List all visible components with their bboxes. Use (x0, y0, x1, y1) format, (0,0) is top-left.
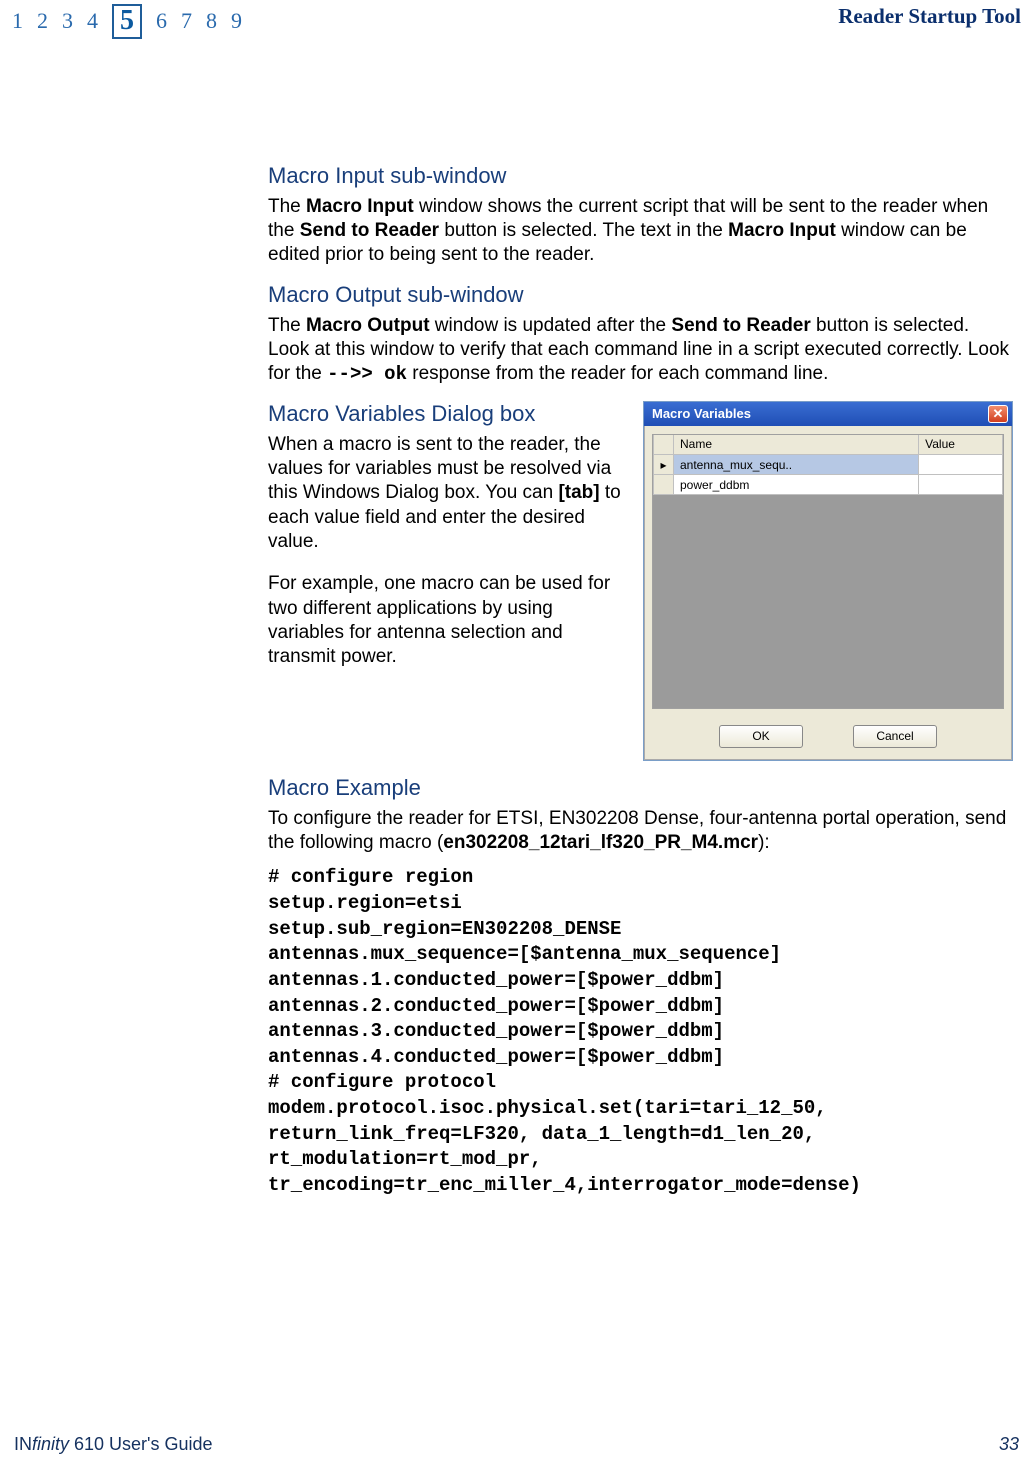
chapter-link-2[interactable]: 2 (37, 8, 48, 34)
para-macro-input: The Macro Input window shows the current… (268, 195, 1013, 268)
text: window is updated after the (430, 315, 672, 336)
heading-macro-variables: Macro Variables Dialog box (268, 401, 629, 427)
col-rowheader (654, 435, 674, 455)
close-icon: ✕ (993, 406, 1004, 422)
chapter-link-7[interactable]: 7 (181, 8, 192, 34)
para-macro-variables-2: For example, one macro can be used for t… (268, 572, 629, 669)
chapter-link-1[interactable]: 1 (12, 8, 23, 34)
page-number: 33 (999, 1434, 1019, 1455)
term-send-to-reader: Send to Reader (300, 220, 439, 241)
key-tab: [tab] (558, 482, 599, 503)
term-macro-input-2: Macro Input (728, 220, 836, 241)
table-row[interactable]: ▸antenna_mux_sequ.. (654, 455, 1003, 475)
col-name[interactable]: Name (674, 435, 919, 455)
term-macro-input: Macro Input (306, 196, 414, 217)
term-send-to-reader-2: Send to Reader (671, 315, 810, 336)
table-row[interactable]: power_ddbm (654, 475, 1003, 495)
response-ok: -->> ok (327, 363, 407, 385)
page-footer: INfinity 610 User's Guide 33 (0, 1434, 1033, 1455)
heading-macro-input: Macro Input sub-window (268, 163, 1013, 189)
col-value[interactable]: Value (919, 435, 1003, 455)
row-marker (654, 475, 674, 495)
text: The (268, 315, 306, 336)
cell-name[interactable]: antenna_mux_sequ.. (674, 455, 919, 475)
section-title: Reader Startup Tool (838, 4, 1021, 29)
chapter-link-4[interactable]: 4 (87, 8, 98, 34)
cell-value[interactable] (919, 455, 1003, 475)
chapter-link-9[interactable]: 9 (231, 8, 242, 34)
text: response from the reader for each comman… (407, 363, 828, 384)
text: The (268, 196, 306, 217)
dialog-macro-variables: Macro Variables ✕ Name Value ▸antenna_mu… (643, 401, 1013, 761)
chapter-nav: 123456789 (12, 4, 242, 39)
filename-macro: en302208_12tari_lf320_PR_M4.mcr (443, 832, 758, 853)
row-marker: ▸ (654, 455, 674, 475)
ok-button[interactable]: OK (719, 725, 803, 748)
grid-empty-area (653, 495, 1003, 709)
chapter-link-5[interactable]: 5 (112, 4, 142, 39)
chapter-link-6[interactable]: 6 (156, 8, 167, 34)
macro-code-block: # configure region setup.region=etsi set… (268, 865, 1013, 1198)
page-header: 123456789 Reader Startup Tool (0, 0, 1033, 39)
main-content: Macro Input sub-window The Macro Input w… (0, 39, 1033, 1199)
heading-macro-example: Macro Example (268, 775, 1013, 801)
dialog-button-row: OK Cancel (644, 717, 1012, 760)
para-macro-output: The Macro Output window is updated after… (268, 314, 1013, 387)
dialog-titlebar[interactable]: Macro Variables ✕ (644, 402, 1012, 426)
close-button[interactable]: ✕ (988, 405, 1008, 423)
guide-italic: finity (32, 1434, 69, 1454)
guide-prefix: IN (14, 1434, 32, 1454)
para-macro-variables-1: When a macro is sent to the reader, the … (268, 433, 629, 555)
term-macro-output: Macro Output (306, 315, 430, 336)
text: ): (758, 832, 770, 853)
footer-guide-title: INfinity 610 User's Guide (14, 1434, 213, 1455)
cell-name[interactable]: power_ddbm (674, 475, 919, 495)
chapter-link-3[interactable]: 3 (62, 8, 73, 34)
variables-table: Name Value ▸antenna_mux_sequ..power_ddbm (653, 435, 1003, 496)
cell-value[interactable] (919, 475, 1003, 495)
chapter-link-8[interactable]: 8 (206, 8, 217, 34)
text: button is selected. The text in the (439, 220, 728, 241)
para-macro-example: To configure the reader for ETSI, EN3022… (268, 807, 1013, 856)
dialog-title: Macro Variables (652, 406, 751, 421)
guide-rest: 610 User's Guide (69, 1434, 213, 1454)
heading-macro-output: Macro Output sub-window (268, 282, 1013, 308)
dialog-grid[interactable]: Name Value ▸antenna_mux_sequ..power_ddbm (652, 434, 1004, 709)
cancel-button[interactable]: Cancel (853, 725, 937, 748)
